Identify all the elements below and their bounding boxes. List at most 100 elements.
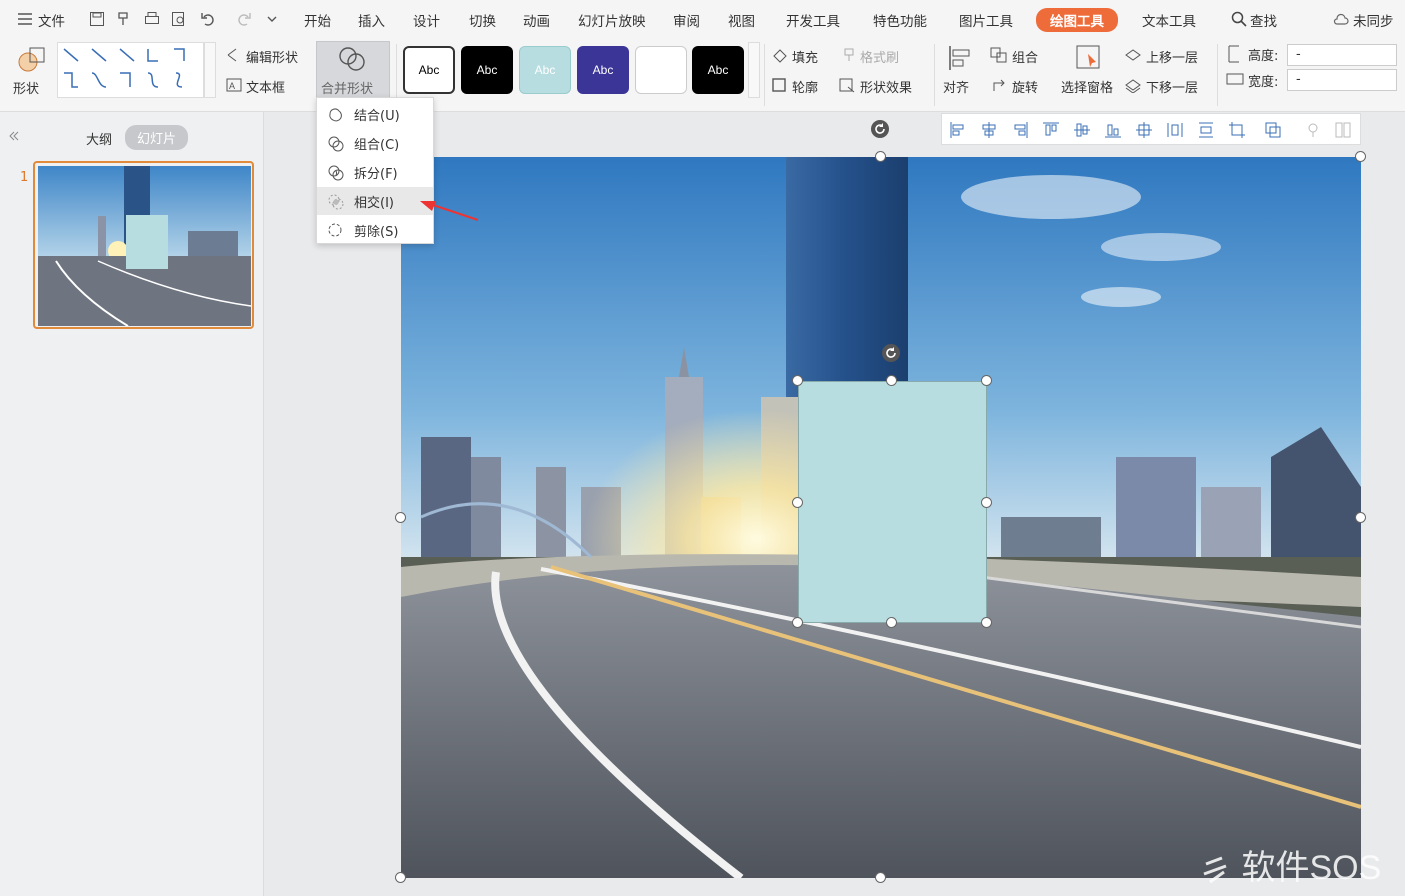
slide-thumbnail-image: [38, 166, 252, 327]
slide-handle-top[interactable]: [875, 151, 886, 162]
shape-button[interactable]: 形状: [13, 78, 39, 97]
lock-icon[interactable]: [1304, 121, 1322, 139]
shape-style-3[interactable]: Abc: [519, 46, 571, 94]
watermark: 软件SOS: [1200, 840, 1381, 889]
undo-icon[interactable]: [200, 11, 216, 27]
annotation-arrow-icon: [420, 201, 479, 221]
tab-home[interactable]: 开始: [304, 10, 331, 30]
shape-handle-bottom-right[interactable]: [981, 617, 992, 628]
tab-review[interactable]: 审阅: [673, 10, 700, 30]
bring-forward-button[interactable]: 上移一层: [1146, 47, 1198, 66]
width-input[interactable]: -: [1287, 69, 1397, 91]
distribute-vertical-icon[interactable]: [1166, 121, 1184, 139]
tab-outline[interactable]: 大纲: [86, 129, 112, 148]
outline-button[interactable]: 轮廓: [792, 77, 818, 96]
intersect-icon: [328, 194, 344, 210]
slide-handle-bottom[interactable]: [875, 872, 886, 883]
edit-shape-button[interactable]: 编辑形状: [246, 47, 298, 66]
shape-handle-top-right[interactable]: [981, 375, 992, 386]
grid-view-icon[interactable]: [1334, 121, 1352, 139]
shape-handle-bottom-left[interactable]: [792, 617, 803, 628]
format-painter-icon[interactable]: [116, 11, 132, 27]
collapse-panel-icon[interactable]: [8, 130, 20, 142]
menu-item-label: 相交(I): [354, 195, 394, 211]
shape-style-5[interactable]: [635, 46, 687, 94]
tab-view[interactable]: 视图: [728, 10, 755, 30]
shape-handle-bottom[interactable]: [886, 617, 897, 628]
print-preview-icon[interactable]: [171, 11, 187, 27]
edit-shape-icon: [227, 48, 237, 62]
slide-handle-right[interactable]: [1355, 512, 1366, 523]
tab-picture-tools[interactable]: 图片工具: [959, 10, 1013, 30]
align-right-icon[interactable]: [1011, 121, 1029, 139]
hamburger-menu-icon[interactable]: [17, 11, 33, 27]
rotate-button[interactable]: 旋转: [1012, 77, 1038, 96]
slide-rotate-icon[interactable]: [870, 119, 890, 139]
cloud-sync-icon[interactable]: [1333, 11, 1349, 27]
slide-handle-bottom-left[interactable]: [395, 872, 406, 883]
merge-shape-icon: [339, 47, 365, 71]
distribute-horizontal-icon[interactable]: [1135, 121, 1153, 139]
align-middle-icon[interactable]: [1073, 121, 1091, 139]
selected-rectangle-shape[interactable]: [798, 381, 987, 623]
tab-developer[interactable]: 开发工具: [786, 10, 840, 30]
search-icon[interactable]: [1231, 11, 1247, 27]
gallery-scroll[interactable]: [204, 42, 216, 98]
tab-animations[interactable]: 动画: [523, 10, 550, 30]
customize-chevron-icon[interactable]: [264, 11, 280, 27]
tab-transitions[interactable]: 切换: [469, 10, 496, 30]
redo-icon[interactable]: [236, 11, 252, 27]
menu-item-combine[interactable]: 组合(C): [317, 129, 433, 157]
width-icon: [1226, 73, 1244, 85]
shape-effect-button[interactable]: 形状效果: [860, 77, 912, 96]
file-menu[interactable]: 文件: [38, 10, 65, 30]
shape-rotate-icon[interactable]: [881, 343, 901, 363]
tab-special-features[interactable]: 特色功能: [873, 10, 927, 30]
style-gallery-scroll[interactable]: [748, 42, 760, 98]
print-icon[interactable]: [144, 11, 160, 27]
tab-design[interactable]: 设计: [413, 10, 440, 30]
height-decrement[interactable]: -: [1296, 47, 1301, 62]
width-decrement[interactable]: -: [1296, 72, 1301, 87]
shape-handle-left[interactable]: [792, 497, 803, 508]
group-button[interactable]: 组合: [1012, 47, 1038, 66]
tab-slides[interactable]: 幻灯片: [125, 125, 189, 150]
fragment-icon: [328, 165, 344, 181]
shape-style-2[interactable]: Abc: [461, 46, 513, 94]
shape-handle-top[interactable]: [886, 375, 897, 386]
shape-style-6[interactable]: Abc: [692, 46, 744, 94]
layer-icon[interactable]: [1264, 121, 1282, 139]
align-center-icon[interactable]: [980, 121, 998, 139]
shape-handle-right[interactable]: [981, 497, 992, 508]
height-input[interactable]: -: [1287, 44, 1397, 66]
selection-pane-button[interactable]: 选择窗格: [1061, 77, 1113, 96]
merge-shape-button[interactable]: 合并形状: [316, 41, 390, 99]
align-button[interactable]: 对齐: [943, 77, 969, 96]
send-backward-button[interactable]: 下移一层: [1146, 77, 1198, 96]
textbox-button[interactable]: 文本框: [246, 77, 285, 96]
align-left-icon[interactable]: [949, 121, 967, 139]
shape-handle-top-left[interactable]: [792, 375, 803, 386]
tab-drawing-tools[interactable]: 绘图工具: [1036, 8, 1118, 32]
align-top-icon[interactable]: [1042, 121, 1060, 139]
distribute-rows-icon[interactable]: [1197, 121, 1215, 139]
tab-insert[interactable]: 插入: [358, 10, 385, 30]
fill-button[interactable]: 填充: [792, 47, 818, 66]
slide-handle-top-right[interactable]: [1355, 151, 1366, 162]
shapes-icon[interactable]: [16, 44, 48, 76]
menu-item-union[interactable]: 结合(U): [317, 100, 433, 128]
crop-icon[interactable]: [1228, 121, 1246, 139]
shape-gallery[interactable]: [57, 42, 204, 98]
format-brush-button[interactable]: 格式刷: [860, 47, 899, 66]
sync-status[interactable]: 未同步: [1353, 10, 1394, 30]
tab-text-tools[interactable]: 文本工具: [1142, 10, 1196, 30]
slide-handle-left[interactable]: [395, 512, 406, 523]
save-icon[interactable]: [89, 11, 105, 27]
menu-item-fragment[interactable]: 拆分(F): [317, 158, 433, 186]
search-label[interactable]: 查找: [1250, 10, 1277, 30]
shape-style-1[interactable]: Abc: [403, 46, 455, 94]
slide-thumbnail[interactable]: [33, 161, 254, 329]
align-bottom-icon[interactable]: [1104, 121, 1122, 139]
shape-style-4[interactable]: Abc: [577, 46, 629, 94]
tab-slideshow[interactable]: 幻灯片放映: [578, 10, 646, 30]
